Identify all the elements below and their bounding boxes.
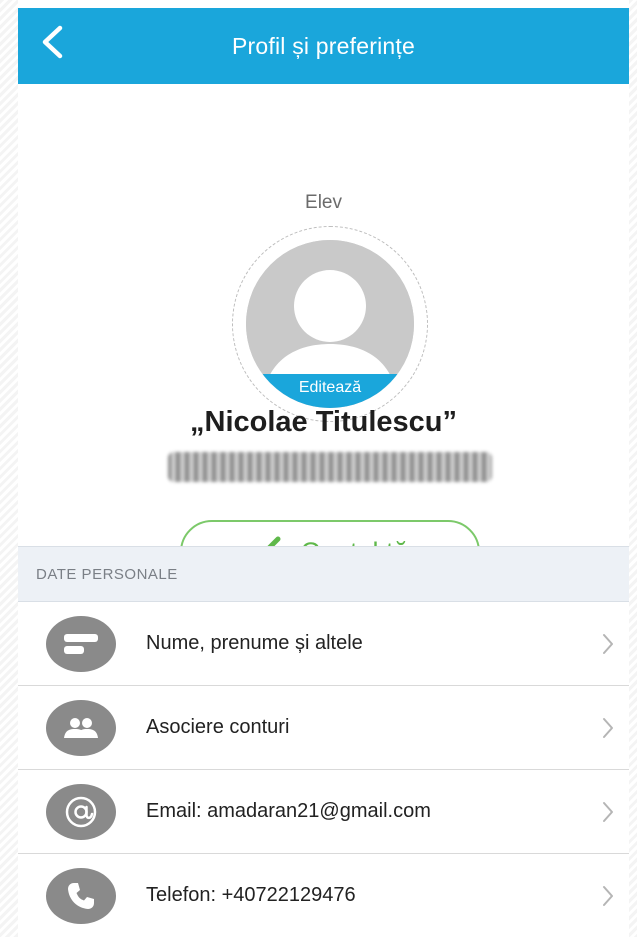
- phone-icon: [46, 867, 116, 924]
- school-name: „Nicolae Titulescu”: [190, 406, 457, 438]
- list-item-label: Telefon: +40722129476: [146, 884, 356, 906]
- chevron-right-icon: [603, 634, 613, 654]
- at-icon: [46, 783, 116, 840]
- chevron-right-icon: [603, 802, 613, 822]
- id-card-icon: [46, 615, 116, 672]
- chevron-right-icon: [603, 886, 613, 906]
- frame-edge-right: [629, 0, 637, 937]
- avatar[interactable]: Editează: [246, 240, 414, 408]
- list-item-label: Nume, prenume și altele: [146, 632, 363, 654]
- list-item-linked-accounts[interactable]: Asociere conturi: [18, 686, 629, 770]
- role-label: Elev: [305, 192, 342, 213]
- avatar-frame: Editează: [232, 226, 428, 422]
- users-icon: [46, 699, 116, 756]
- redacted-text: [168, 452, 492, 482]
- section-header-personal: DATE PERSONALE: [18, 546, 629, 602]
- personal-data-list: Nume, prenume și altele Asociere conturi: [18, 602, 629, 937]
- list-item-label: Email: amadaran21@gmail.com: [146, 800, 431, 822]
- frame-edge-left: [0, 0, 18, 937]
- edit-avatar-button[interactable]: Editează: [246, 374, 414, 408]
- page-title: Profil și preferințe: [232, 32, 415, 59]
- app-header: Profil și preferințe: [18, 8, 629, 84]
- profile-section: Elev Editează „Nicolae Titulescu” Contul…: [18, 84, 629, 584]
- chevron-right-icon: [603, 718, 613, 738]
- list-item-label: Asociere conturi: [146, 716, 290, 738]
- list-item-phone[interactable]: Telefon: +40722129476: [18, 854, 629, 937]
- chevron-left-icon: [42, 25, 63, 59]
- back-button[interactable]: [32, 22, 72, 62]
- screen: Profil și preferințe Elev Editează „Nico…: [18, 8, 629, 937]
- list-item-name[interactable]: Nume, prenume și altele: [18, 602, 629, 686]
- list-item-email[interactable]: Email: amadaran21@gmail.com: [18, 770, 629, 854]
